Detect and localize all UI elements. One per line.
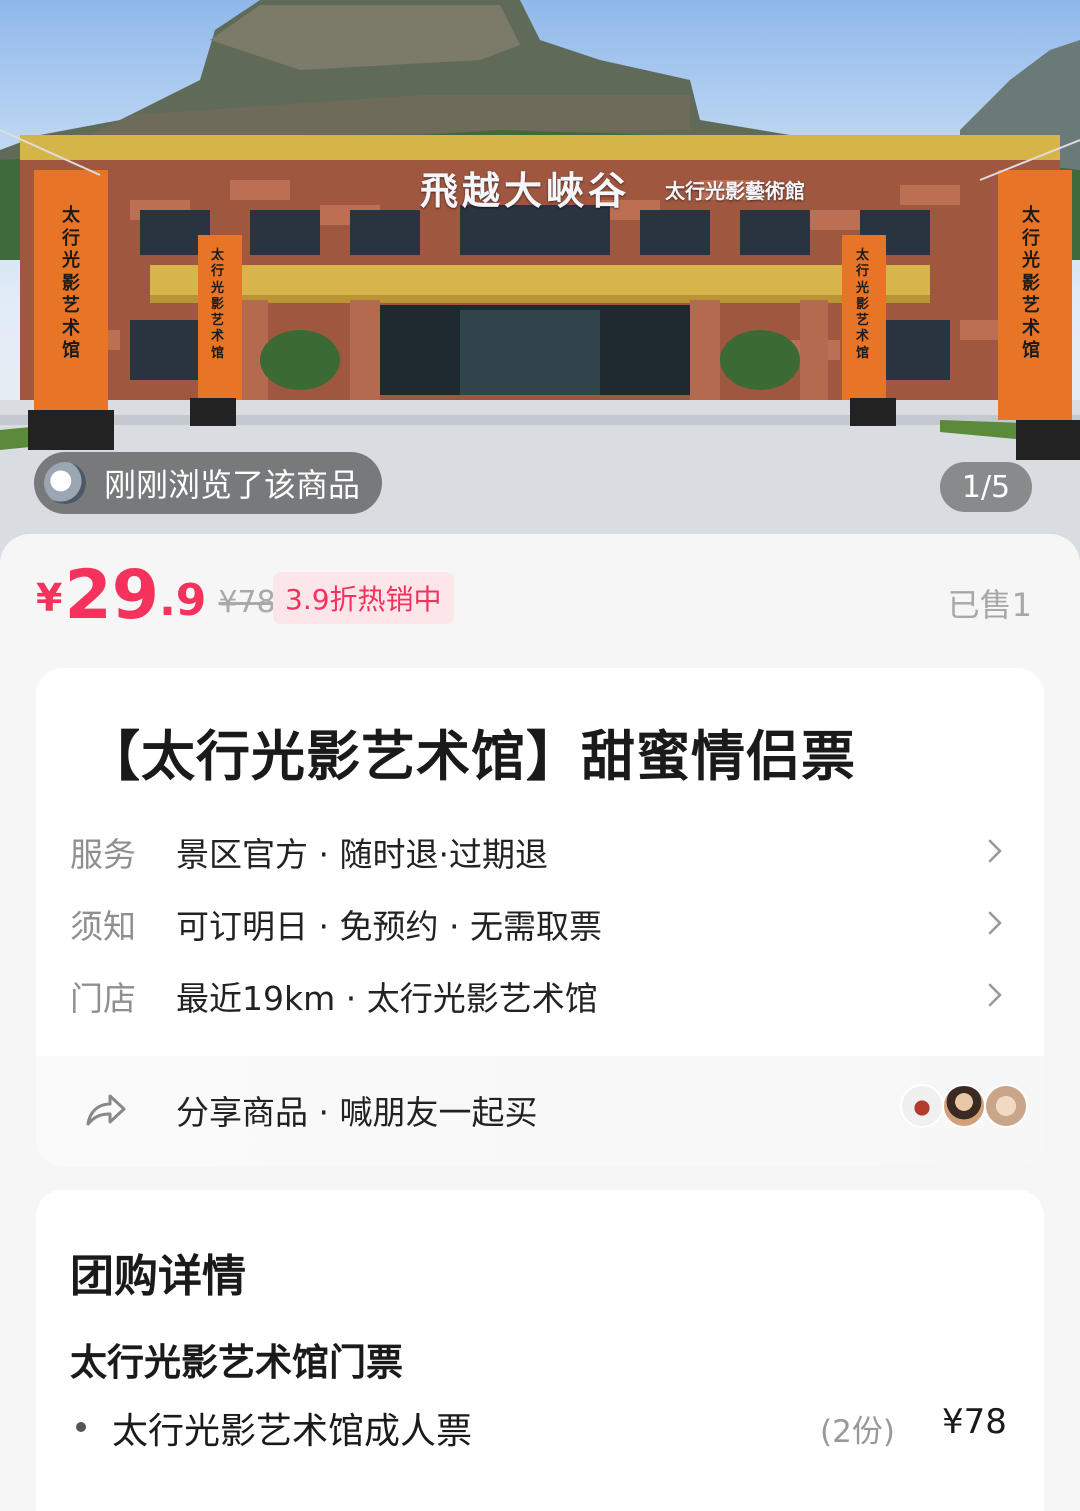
friend-avatar xyxy=(942,1084,986,1128)
product-page: 飛越大峽谷 太行光影藝術館 太行光影艺术馆 太行光影艺术馆 太行光影艺术馆 太行… xyxy=(0,0,1080,1511)
building-signboard: 飛越大峽谷 xyxy=(420,168,631,213)
price-row: ¥ 29 .9 ¥78 xyxy=(36,556,276,640)
recently-viewed-badge: 刚刚浏览了该商品 xyxy=(34,452,383,514)
product-title: 【太行光影艺术馆】甜蜜情侣票 xyxy=(86,725,856,788)
chevron-right-icon xyxy=(988,983,1002,1007)
group-detail-card: 团购详情 太行光影艺术馆门票 太行光影艺术馆成人票 (2份) ¥78 xyxy=(36,1190,1044,1511)
group-detail-title: 团购详情 xyxy=(70,1251,246,1302)
service-row[interactable]: 服务 景区官方 · 随时退·过期退 xyxy=(70,822,1020,882)
notice-value: 可订明日 · 免预约 · 无需取票 xyxy=(176,907,602,946)
ticket-item-price: ¥78 xyxy=(942,1402,1007,1442)
store-row[interactable]: 门店 最近19km · 太行光影艺术馆 xyxy=(70,966,1020,1026)
building-signboard-sub: 太行光影藝術館 xyxy=(665,179,805,203)
banner-left-text: 太行光影艺术馆 xyxy=(62,205,80,361)
ticket-item-name: 太行光影艺术馆成人票 xyxy=(112,1411,473,1452)
share-row[interactable]: 分享商品 · 喊朋友一起买 xyxy=(36,1056,1044,1166)
store-value: 最近19km · 太行光影艺术馆 xyxy=(176,979,598,1018)
original-price: ¥78 xyxy=(218,585,276,620)
product-info-card: 【太行光影艺术馆】甜蜜情侣票 服务 景区官方 · 随时退·过期退 须知 可订明日… xyxy=(36,668,1044,1166)
bullet-dot xyxy=(76,1422,86,1432)
banner-right2-text: 太行光影艺术馆 xyxy=(856,248,870,361)
service-value: 景区官方 · 随时退·过期退 xyxy=(176,835,548,874)
service-label: 服务 xyxy=(70,835,136,874)
ticket-name: 太行光影艺术馆门票 xyxy=(70,1341,403,1384)
share-text: 分享商品 · 喊朋友一起买 xyxy=(176,1093,538,1132)
recently-viewed-text: 刚刚浏览了该商品 xyxy=(104,466,361,504)
banner-left2-text: 太行光影艺术馆 xyxy=(211,248,225,361)
image-page-indicator: 1/5 xyxy=(940,462,1032,512)
price-integer: 29 xyxy=(64,556,160,635)
currency-symbol: ¥ xyxy=(36,576,63,620)
banner-right-text: 太行光影艺术馆 xyxy=(1022,205,1040,361)
notice-label: 须知 xyxy=(70,907,136,946)
chevron-right-icon xyxy=(988,839,1002,863)
product-image-carousel[interactable]: 飛越大峽谷 太行光影藝術館 太行光影艺术馆 太行光影艺术馆 太行光影艺术馆 太行… xyxy=(0,0,1080,560)
chevron-right-icon xyxy=(988,911,1002,935)
notice-row[interactable]: 须知 可订明日 · 免预约 · 无需取票 xyxy=(70,894,1020,954)
sold-count: 已售1 xyxy=(947,586,1032,624)
store-label: 门店 xyxy=(70,979,136,1018)
friend-avatar xyxy=(984,1084,1028,1128)
ticket-item-quantity: (2份) xyxy=(820,1414,895,1450)
discount-badge: 3.9折热销中 xyxy=(273,572,454,624)
share-arrow-icon xyxy=(86,1094,126,1126)
friend-avatar xyxy=(900,1084,944,1128)
viewer-avatar xyxy=(44,462,86,504)
price-decimal: .9 xyxy=(159,575,207,626)
